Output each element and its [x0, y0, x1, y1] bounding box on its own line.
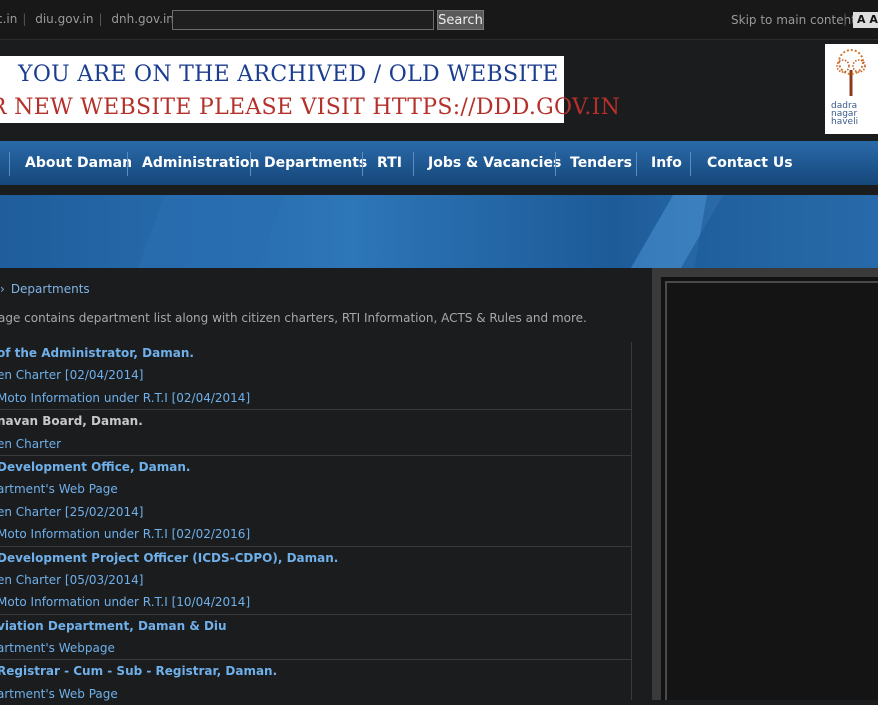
list-item[interactable]: Development Project Officer (ICDS-CDPO),…: [0, 545, 631, 569]
page-intro: age contains department list along with …: [0, 311, 587, 325]
portal-link-dnh[interactable]: dnh.gov.in: [111, 12, 174, 26]
portal-link-1[interactable]: c.in: [0, 12, 17, 26]
list-item[interactable]: Registrar - Cum - Sub - Registrar, Daman…: [0, 659, 631, 682]
nav-about-daman[interactable]: About Daman: [25, 141, 132, 185]
logo-text: dadra nagar haveli: [831, 101, 859, 127]
search-input[interactable]: [172, 10, 434, 30]
portal-link-diu[interactable]: diu.gov.in: [35, 12, 93, 26]
list-item[interactable]: artment's Web Page: [0, 683, 631, 705]
banner-line-1: YOU ARE ON THE ARCHIVED / OLD WEBSITE: [18, 62, 559, 87]
list-item[interactable]: Development Office, Daman.: [0, 454, 631, 478]
list-item[interactable]: en Charter [02/04/2014]: [0, 364, 631, 386]
tree-logo-icon: [836, 49, 866, 96]
list-item[interactable]: artment's Web Page: [0, 478, 631, 500]
list-item[interactable]: of the Administrator, Daman.: [0, 342, 631, 364]
sidebar-panel-inner: [665, 281, 878, 700]
top-bar: c.in| diu.gov.in| dnh.gov.in| Search Ski…: [0, 0, 878, 40]
breadcrumb-chevron-icon: ›: [0, 282, 5, 296]
nav-tenders[interactable]: Tenders: [570, 141, 632, 185]
main-nav: About Daman Administration Departments R…: [0, 141, 878, 185]
list-item[interactable]: Moto Information under R.T.I [10/04/2014…: [0, 591, 631, 613]
nav-jobs-vacancies[interactable]: Jobs & Vacancies: [428, 141, 561, 185]
archive-notice-banner[interactable]: YOU ARE ON THE ARCHIVED / OLD WEBSITE R …: [0, 56, 620, 123]
search-button[interactable]: Search: [437, 10, 484, 30]
portal-links: c.in| diu.gov.in| dnh.gov.in|: [0, 12, 188, 26]
nav-contact-us[interactable]: Contact Us: [707, 141, 793, 185]
breadcrumb-current[interactable]: Departments: [11, 282, 90, 296]
skip-to-content-link[interactable]: Skip to main content: [731, 13, 856, 27]
nav-departments[interactable]: Departments: [264, 141, 367, 185]
sidebar-panel: [652, 268, 878, 700]
banner-line-2: R NEW WEBSITE PLEASE VISIT HTTPS://DDD.G…: [0, 95, 621, 120]
list-item[interactable]: Moto Information under R.T.I [02/04/2014…: [0, 387, 631, 409]
nav-info[interactable]: Info: [651, 141, 682, 185]
list-item[interactable]: en Charter [05/03/2014]: [0, 569, 631, 591]
nav-rti[interactable]: RTI: [377, 141, 402, 185]
list-item[interactable]: navan Board, Daman.: [0, 409, 631, 432]
list-item[interactable]: en Charter [25/02/2014]: [0, 501, 631, 523]
nav-administration[interactable]: Administration: [142, 141, 259, 185]
list-item[interactable]: en Charter: [0, 433, 631, 455]
hero-banner: [0, 195, 878, 268]
breadcrumb: › Departments: [0, 282, 90, 296]
list-item[interactable]: Moto Information under R.T.I [02/02/2016…: [0, 523, 631, 545]
dnh-logo[interactable]: dadra nagar haveli: [825, 44, 878, 134]
department-list: of the Administrator, Daman. en Charter …: [0, 342, 632, 701]
list-item[interactable]: artment's Webpage: [0, 637, 631, 659]
list-item[interactable]: viation Department, Daman & Diu: [0, 613, 631, 637]
font-size-toggle[interactable]: A A: [853, 12, 878, 28]
